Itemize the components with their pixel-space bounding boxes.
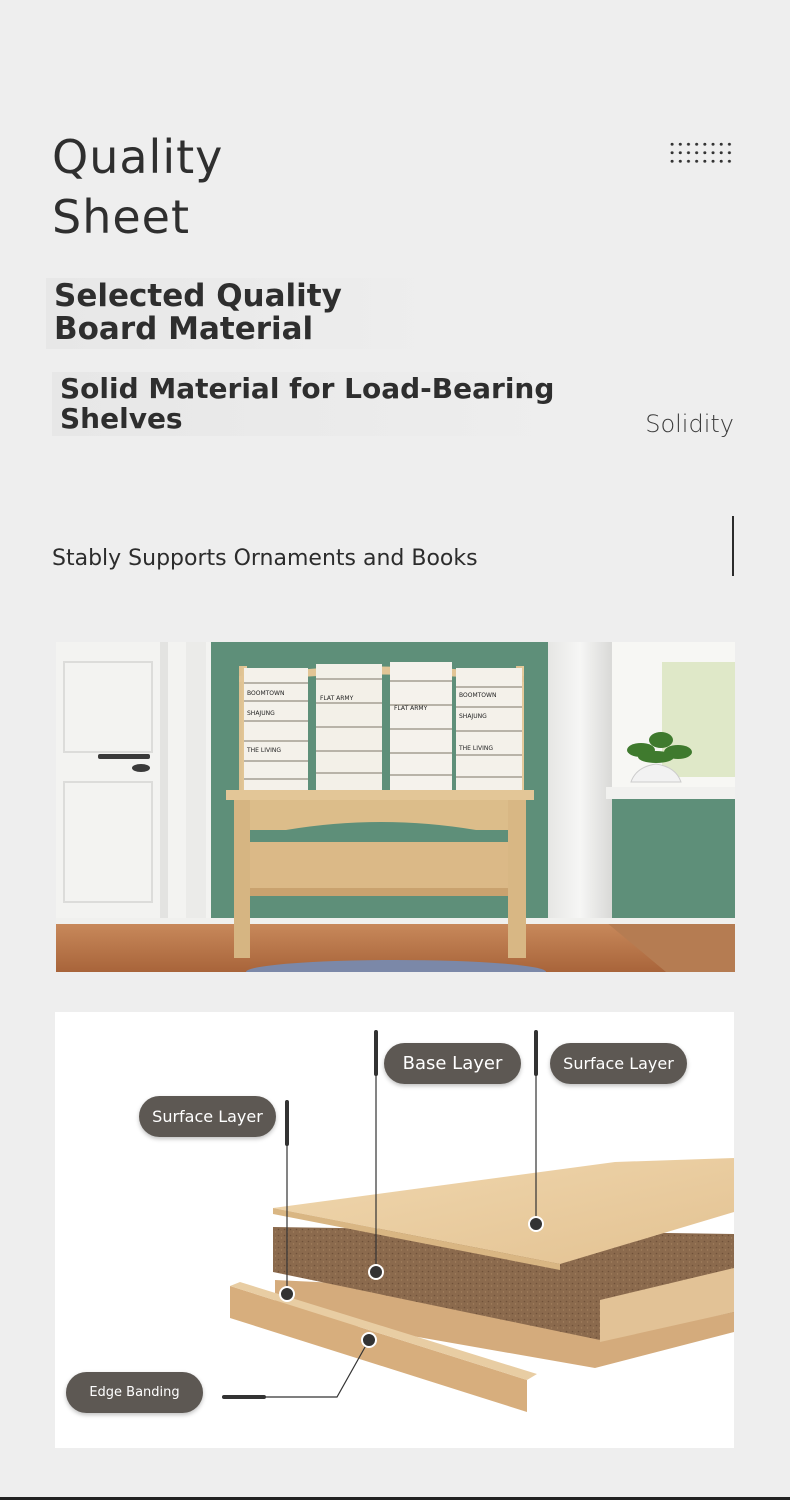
book-spine: FLAT ARMY	[320, 695, 354, 702]
product-photo: BOOMTOWN SHAJUNG THE LIVING FLAT ARMY FL…	[56, 642, 735, 972]
curtain	[548, 642, 612, 942]
feature-heading-load-bearing: Solid Material for Load-Bearing Shelves	[52, 372, 568, 437]
page-title-line-1: Quality	[52, 130, 224, 184]
book-spine: THE LIVING	[246, 747, 281, 754]
door-handle	[98, 754, 150, 759]
book-spine: FLAT ARMY	[394, 705, 428, 712]
surface-layer-left-label: Surface Layer	[139, 1096, 276, 1137]
edge-banding-label: Edge Banding	[66, 1372, 203, 1413]
board-layer-diagram: Base Layer Surface Layer Surface Layer E…	[55, 1012, 734, 1448]
section-subtitle: Stably Supports Ornaments and Books	[52, 546, 478, 571]
surface-layer-left-marker	[279, 1286, 295, 1302]
dot-grid-decoration	[668, 140, 734, 166]
divider-line	[732, 516, 734, 576]
book-spine: SHAJUNG	[247, 710, 275, 717]
book-spine: BOOMTOWN	[459, 692, 496, 699]
surface-layer-right-label: Surface Layer	[550, 1043, 687, 1084]
solidity-tag: Solidity	[645, 410, 734, 438]
page-title-line-2: Sheet	[52, 190, 190, 244]
book-spine: BOOMTOWN	[247, 690, 284, 697]
book-spine: THE LIVING	[458, 745, 493, 752]
surface-layer-right-marker	[528, 1216, 544, 1232]
feature-heading-board-material: Selected Quality Board Material	[46, 278, 442, 349]
edge-banding-marker	[361, 1332, 377, 1348]
base-layer-label: Base Layer	[384, 1043, 521, 1084]
book-spine: SHAJUNG	[459, 713, 487, 720]
base-layer-marker	[368, 1264, 384, 1280]
